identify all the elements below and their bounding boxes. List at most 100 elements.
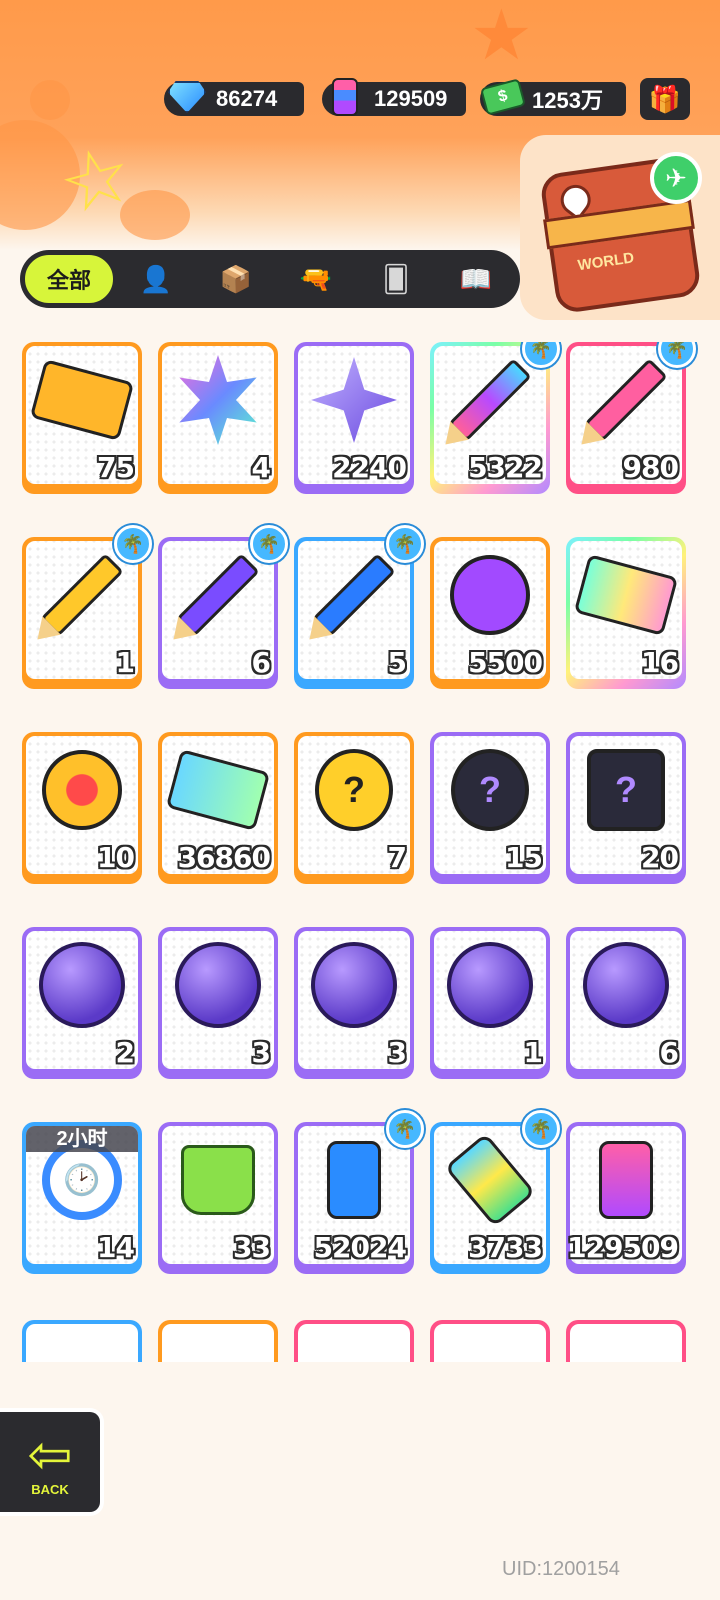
item-season-ticket[interactable]: 36860 [158, 732, 278, 884]
star-decor-icon: ★ [470, 0, 533, 76]
item-card-body: 5 [298, 541, 410, 679]
item-card-body [162, 1324, 274, 1362]
item-partial[interactable] [294, 1320, 414, 1362]
palm-tree-icon: 🌴 [386, 525, 424, 563]
item-card-body: 3733 [434, 1126, 546, 1264]
item-card-body: ? 7 [298, 736, 410, 874]
item-partial[interactable] [430, 1320, 550, 1362]
item-count: 10 [97, 841, 135, 874]
diamond-counter[interactable]: 86274 [164, 81, 304, 116]
category-tabs: 全部 👤 📦 🔫 🂠 📖 [20, 250, 520, 308]
item-count: 3 [387, 1036, 408, 1069]
item-mbti-orb-sprout[interactable]: 6 [566, 927, 686, 1079]
item-count: 20 [641, 841, 679, 874]
yellow-crayon-icon [34, 547, 130, 643]
item-count: 15 [505, 841, 543, 874]
spray-paint-value: 129509 [374, 86, 448, 111]
item-count: 75 [97, 451, 135, 484]
item-count: 14 [97, 1231, 135, 1264]
tab-spray-gun[interactable]: 🔫 [276, 250, 356, 308]
item-yellow-crayon[interactable]: 1 🌴 [22, 525, 152, 689]
spray-can-pink-icon [578, 1132, 674, 1228]
item-rainbow-crayon[interactable]: 5322 🌴 [430, 342, 560, 494]
item-count: 52024 [313, 1231, 407, 1264]
item-lottery-ticket[interactable]: 16 [566, 537, 686, 689]
item-count: 980 [622, 451, 679, 484]
back-arrow-icon: ⇦ [27, 1422, 73, 1486]
tab-cards[interactable]: 🂠 [356, 250, 436, 308]
item-partial[interactable] [22, 1320, 142, 1362]
palm-tree-icon: 🌴 [250, 525, 288, 563]
cash-counter[interactable]: $ 1253万 [480, 78, 626, 116]
item-count: 5322 [468, 451, 543, 484]
item-card-body: 4 [162, 346, 274, 484]
item-card-body: 6 [162, 541, 274, 679]
item-count: 36860 [177, 841, 271, 874]
tab-book[interactable]: 📖 [436, 250, 516, 308]
item-card-body: 5500 [434, 541, 546, 679]
palm-tree-icon: 🌴 [114, 525, 152, 563]
item-partial[interactable] [566, 1320, 686, 1362]
item-count: 5 [387, 646, 408, 679]
tab-box[interactable]: 📦 [196, 250, 276, 308]
item-card-body [570, 1324, 682, 1362]
item-count: 33 [233, 1231, 271, 1264]
item-alarm-clock[interactable]: 🕑 2小时 14 [22, 1122, 142, 1274]
item-open-cup[interactable]: 33 [158, 1122, 278, 1274]
item-card-body [26, 1324, 138, 1362]
mbti-orb-sprout-icon [578, 937, 674, 1033]
spray-gun-icon: 🔫 [299, 263, 333, 294]
spray-can-icon [322, 74, 368, 120]
item-mbti-orb-fish[interactable]: 3 [158, 927, 278, 1079]
item-count: 1 [115, 646, 136, 679]
mbti-orb-piranha-icon [306, 937, 402, 1033]
ticket-gold-icon [29, 352, 135, 448]
cash-value: 1253万 [532, 88, 603, 113]
item-mbti-orb-piranha[interactable]: 3 [294, 927, 414, 1079]
item-travel-card-mystery[interactable]: ? 20 [566, 732, 686, 884]
item-count: 5500 [468, 646, 543, 679]
suitcase-label: WORLD [576, 249, 636, 275]
item-pink-crayon[interactable]: 980 🌴 [566, 342, 696, 494]
item-spray-can-blue[interactable]: 52024 🌴 [294, 1110, 424, 1274]
spray-paint-counter[interactable]: 129509 [322, 78, 466, 116]
item-spray-can-pink[interactable]: 129509 [566, 1122, 686, 1274]
tab-character[interactable]: 👤 [116, 250, 196, 308]
mbti-orb-yellow-icon [442, 937, 538, 1033]
gift-button[interactable]: 🎁 [640, 78, 690, 120]
back-button[interactable]: ⇦ BACK [0, 1408, 104, 1516]
item-blue-crayon[interactable]: 5 🌴 [294, 525, 424, 689]
book-icon: 📖 [459, 263, 493, 294]
open-cup-icon [170, 1132, 266, 1228]
item-deity-mystery-gold[interactable]: ? 7 [294, 732, 414, 884]
item-cool-badge[interactable]: 5500 [430, 537, 550, 689]
item-card-body: ? 15 [434, 736, 546, 874]
item-explosion-star-coin[interactable]: 10 [22, 732, 142, 884]
season-ticket-icon [165, 742, 271, 838]
rainbow-crayon-icon [442, 352, 538, 448]
deity-mystery-gold-icon: ? [306, 742, 402, 838]
person-icon: 👤 [139, 263, 173, 294]
item-partial[interactable] [158, 1320, 278, 1362]
item-card-body: 5322 [434, 346, 546, 484]
item-mbti-orb-yellow[interactable]: 1 [430, 927, 550, 1079]
user-id: UID:1200154 [502, 1558, 620, 1580]
item-count: 6 [251, 646, 272, 679]
item-count: 7 [387, 841, 408, 874]
item-rainbow-star[interactable]: 4 [158, 342, 278, 494]
item-ticket-gold[interactable]: 75 [22, 342, 142, 494]
travel-card-mystery-icon: ? [578, 742, 674, 838]
star-doodle-icon: ☆ [49, 125, 143, 234]
item-card-body: 6 [570, 931, 682, 1069]
paint-tube-icon [442, 1132, 538, 1228]
palm-tree-icon: 🌴 [386, 1110, 424, 1148]
item-purple-crayon[interactable]: 6 🌴 [158, 525, 288, 689]
item-card-body: 3 [298, 931, 410, 1069]
item-deity-mystery-purple[interactable]: ? 15 [430, 732, 550, 884]
item-mbti-orb-bat[interactable]: 2 [22, 927, 142, 1079]
item-paint-tube[interactable]: 3733 🌴 [430, 1110, 560, 1274]
tab-all[interactable]: 全部 [22, 252, 116, 306]
purple-star-icon [306, 352, 402, 448]
item-purple-star[interactable]: 2240 [294, 342, 414, 494]
palm-tree-icon: 🌴 [522, 1110, 560, 1148]
